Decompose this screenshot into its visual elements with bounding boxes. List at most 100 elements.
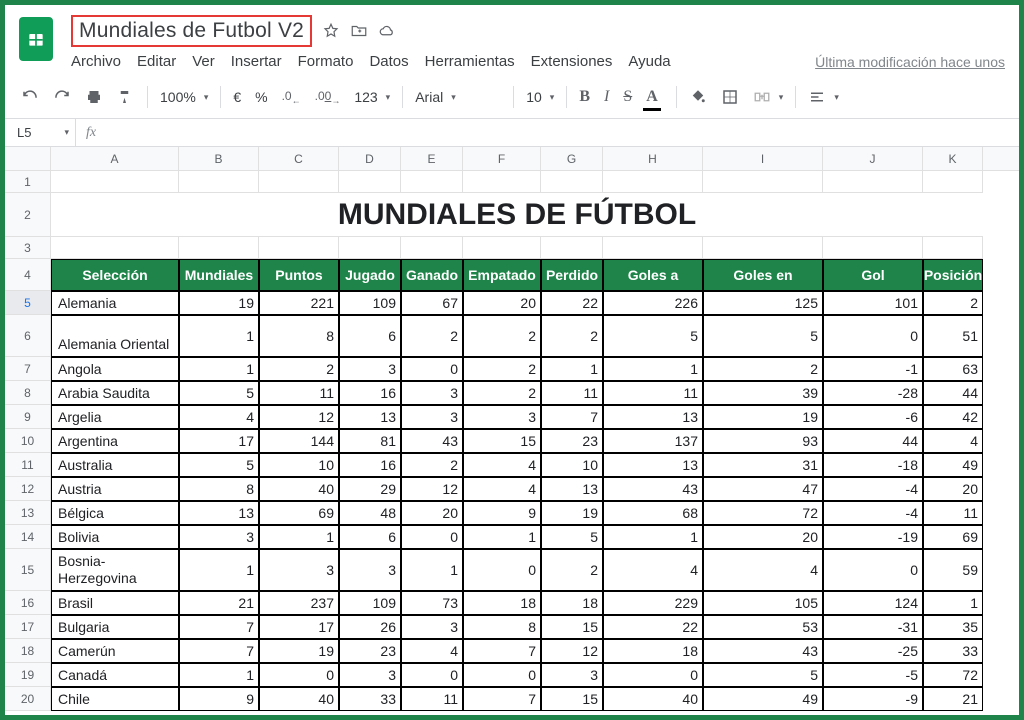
row-header-7[interactable]: 7 (5, 357, 51, 381)
data-cell[interactable]: 2 (463, 315, 541, 357)
cell[interactable] (401, 237, 463, 259)
data-cell[interactable]: 40 (259, 687, 339, 711)
table-header[interactable]: Posición (923, 259, 983, 291)
cell[interactable] (703, 171, 823, 193)
data-cell[interactable]: 3 (339, 663, 401, 687)
data-cell[interactable]: Bélgica (51, 501, 179, 525)
data-cell[interactable]: -9 (823, 687, 923, 711)
table-header[interactable]: Gol (823, 259, 923, 291)
sheet-title[interactable]: MUNDIALES DE FÚTBOL (51, 193, 983, 237)
data-cell[interactable]: 53 (703, 615, 823, 639)
data-cell[interactable]: Bosnia-Herzegovina (51, 549, 179, 591)
data-cell[interactable]: 13 (603, 405, 703, 429)
data-cell[interactable]: 3 (401, 405, 463, 429)
menu-ayuda[interactable]: Ayuda (628, 53, 670, 70)
data-cell[interactable]: 22 (541, 291, 603, 315)
data-cell[interactable]: 20 (703, 525, 823, 549)
col-header-C[interactable]: C (259, 147, 339, 170)
data-cell[interactable]: Bulgaria (51, 615, 179, 639)
data-cell[interactable]: 9 (463, 501, 541, 525)
data-cell[interactable]: 20 (463, 291, 541, 315)
text-color-button[interactable]: A (644, 86, 660, 108)
data-cell[interactable]: 4 (703, 549, 823, 591)
increase-decimal-button[interactable]: .00→ (313, 87, 343, 107)
data-cell[interactable]: 2 (703, 357, 823, 381)
row-header-18[interactable]: 18 (5, 639, 51, 663)
data-cell[interactable]: 0 (823, 315, 923, 357)
data-cell[interactable]: Arabia Saudita (51, 381, 179, 405)
data-cell[interactable]: 1 (923, 591, 983, 615)
menu-ver[interactable]: Ver (192, 53, 215, 70)
table-header[interactable]: Ganado (401, 259, 463, 291)
data-cell[interactable]: 18 (603, 639, 703, 663)
data-cell[interactable]: 68 (603, 501, 703, 525)
data-cell[interactable]: Angola (51, 357, 179, 381)
redo-button[interactable] (51, 86, 73, 108)
data-cell[interactable]: 125 (703, 291, 823, 315)
borders-button[interactable] (719, 86, 741, 108)
data-cell[interactable]: 35 (923, 615, 983, 639)
data-cell[interactable]: 69 (259, 501, 339, 525)
data-cell[interactable]: 22 (603, 615, 703, 639)
menu-archivo[interactable]: Archivo (71, 53, 121, 70)
data-cell[interactable]: -25 (823, 639, 923, 663)
data-cell[interactable]: 3 (541, 663, 603, 687)
data-cell[interactable]: Camerún (51, 639, 179, 663)
data-cell[interactable]: 3 (339, 549, 401, 591)
data-cell[interactable]: 93 (703, 429, 823, 453)
data-cell[interactable]: 2 (463, 381, 541, 405)
data-cell[interactable]: 4 (401, 639, 463, 663)
data-cell[interactable]: 2 (259, 357, 339, 381)
data-cell[interactable]: 72 (703, 501, 823, 525)
cell[interactable] (823, 237, 923, 259)
data-cell[interactable]: 7 (179, 615, 259, 639)
data-cell[interactable]: 40 (603, 687, 703, 711)
row-header-3[interactable]: 3 (5, 237, 51, 259)
data-cell[interactable]: 0 (463, 549, 541, 591)
decrease-decimal-button[interactable]: .0← (280, 87, 303, 107)
data-cell[interactable]: 0 (603, 663, 703, 687)
data-cell[interactable]: 19 (259, 639, 339, 663)
data-cell[interactable]: 39 (703, 381, 823, 405)
zoom-dropdown[interactable]: 100% (158, 87, 210, 107)
data-cell[interactable]: 229 (603, 591, 703, 615)
undo-button[interactable] (19, 86, 41, 108)
move-folder-icon[interactable] (350, 22, 368, 40)
data-cell[interactable]: 0 (463, 663, 541, 687)
data-cell[interactable]: 20 (923, 477, 983, 501)
data-cell[interactable]: 11 (603, 381, 703, 405)
cell[interactable] (541, 171, 603, 193)
data-cell[interactable]: 3 (259, 549, 339, 591)
data-cell[interactable]: 23 (541, 429, 603, 453)
data-cell[interactable]: 3 (401, 381, 463, 405)
data-cell[interactable]: 48 (339, 501, 401, 525)
data-cell[interactable]: 15 (541, 615, 603, 639)
cell[interactable] (923, 171, 983, 193)
data-cell[interactable]: 9 (179, 687, 259, 711)
data-cell[interactable]: Alemania Oriental (51, 315, 179, 357)
row-header-5[interactable]: 5 (5, 291, 51, 315)
data-cell[interactable]: Argentina (51, 429, 179, 453)
font-size-dropdown[interactable]: 10 (524, 87, 556, 107)
cell[interactable] (703, 237, 823, 259)
data-cell[interactable]: 18 (463, 591, 541, 615)
data-cell[interactable]: 7 (463, 639, 541, 663)
data-cell[interactable]: -1 (823, 357, 923, 381)
cell[interactable] (179, 237, 259, 259)
data-cell[interactable]: 20 (401, 501, 463, 525)
row-header-9[interactable]: 9 (5, 405, 51, 429)
data-cell[interactable]: 8 (463, 615, 541, 639)
data-cell[interactable]: 2 (541, 315, 603, 357)
cloud-status-icon[interactable] (378, 22, 396, 40)
data-cell[interactable]: Argelia (51, 405, 179, 429)
cell[interactable] (339, 171, 401, 193)
data-cell[interactable]: 19 (541, 501, 603, 525)
data-cell[interactable]: 44 (823, 429, 923, 453)
data-cell[interactable]: 43 (703, 639, 823, 663)
horizontal-align-button[interactable] (806, 86, 841, 108)
data-cell[interactable]: 109 (339, 291, 401, 315)
data-cell[interactable]: 4 (179, 405, 259, 429)
data-cell[interactable]: 2 (463, 357, 541, 381)
data-cell[interactable]: 124 (823, 591, 923, 615)
percent-button[interactable]: % (253, 87, 269, 107)
